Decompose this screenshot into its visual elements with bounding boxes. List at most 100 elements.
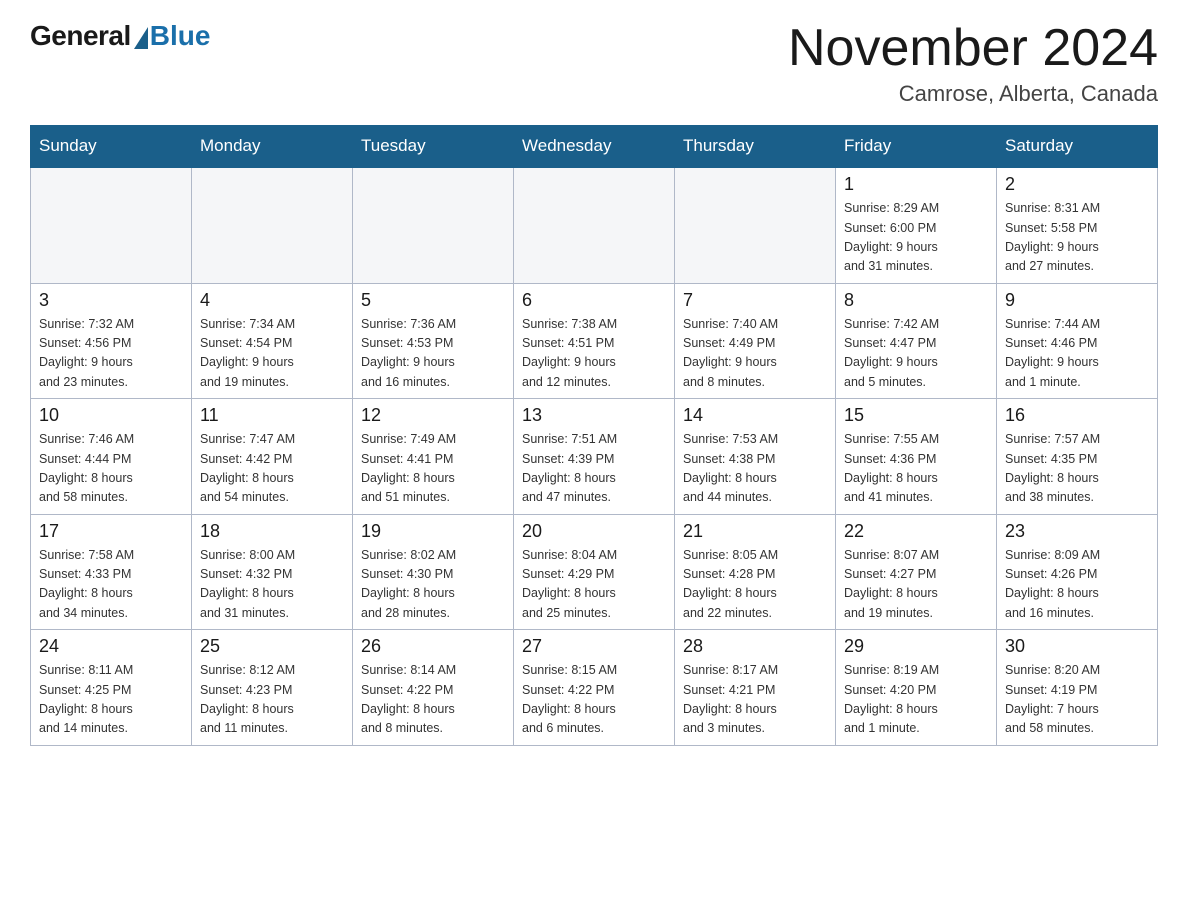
calendar-week-3: 10Sunrise: 7:46 AMSunset: 4:44 PMDayligh… xyxy=(31,399,1158,515)
day-number: 14 xyxy=(683,405,827,426)
calendar-day-cell: 21 Sunrise: 8:05 AMSunset: 4:28 PMDayligh… xyxy=(675,514,836,630)
calendar-header: SundayMondayTuesdayWednesdayThursdayFrid… xyxy=(31,126,1158,168)
day-info: Sunrise: 7:51 AMSunset: 4:39 PMDaylight:… xyxy=(522,430,666,508)
day-info: Sunrise: 8:09 AMSunset: 4:26 PMDaylight:… xyxy=(1005,546,1149,624)
calendar-day-cell: 24 Sunrise: 8:11 AMSunset: 4:25 PMDayligh… xyxy=(31,630,192,746)
day-number: 5 xyxy=(361,290,505,311)
day-info: Sunrise: 7:58 AMSunset: 4:33 PMDaylight:… xyxy=(39,546,183,624)
calendar-day-cell: 22 Sunrise: 8:07 AMSunset: 4:27 PMDayligh… xyxy=(836,514,997,630)
logo-blue-text: Blue xyxy=(150,20,211,52)
day-info: Sunrise: 7:42 AMSunset: 4:47 PMDaylight:… xyxy=(844,315,988,393)
calendar-day-cell: 14 Sunrise: 7:53 AMSunset: 4:38 PMDayligh… xyxy=(675,399,836,515)
weekday-header-wednesday: Wednesday xyxy=(514,126,675,168)
day-info: Sunrise: 7:47 AMSunset: 4:42 PMDaylight:… xyxy=(200,430,344,508)
day-number: 25 xyxy=(200,636,344,657)
day-number: 15 xyxy=(844,405,988,426)
calendar-day-cell xyxy=(192,167,353,283)
day-number: 22 xyxy=(844,521,988,542)
calendar-day-cell: 13 Sunrise: 7:51 AMSunset: 4:39 PMDayligh… xyxy=(514,399,675,515)
day-info: Sunrise: 7:38 AMSunset: 4:51 PMDaylight:… xyxy=(522,315,666,393)
calendar-day-cell: 11 Sunrise: 7:47 AMSunset: 4:42 PMDayligh… xyxy=(192,399,353,515)
day-number: 17 xyxy=(39,521,183,542)
weekday-header-sunday: Sunday xyxy=(31,126,192,168)
calendar-day-cell xyxy=(675,167,836,283)
logo: General Blue xyxy=(30,20,210,52)
day-info: Sunrise: 8:05 AMSunset: 4:28 PMDaylight:… xyxy=(683,546,827,624)
calendar-day-cell xyxy=(353,167,514,283)
weekday-header-saturday: Saturday xyxy=(997,126,1158,168)
day-number: 26 xyxy=(361,636,505,657)
calendar-day-cell: 29Sunrise: 8:19 AMSunset: 4:20 PMDayligh… xyxy=(836,630,997,746)
day-number: 21 xyxy=(683,521,827,542)
day-info: Sunrise: 7:34 AMSunset: 4:54 PMDaylight:… xyxy=(200,315,344,393)
calendar-day-cell: 10Sunrise: 7:46 AMSunset: 4:44 PMDayligh… xyxy=(31,399,192,515)
calendar-day-cell: 19Sunrise: 8:02 AMSunset: 4:30 PMDayligh… xyxy=(353,514,514,630)
day-number: 24 xyxy=(39,636,183,657)
calendar-day-cell: 2Sunrise: 8:31 AMSunset: 5:58 PMDaylight… xyxy=(997,167,1158,283)
calendar-week-4: 17 Sunrise: 7:58 AMSunset: 4:33 PMDayligh… xyxy=(31,514,1158,630)
calendar-day-cell: 15Sunrise: 7:55 AMSunset: 4:36 PMDayligh… xyxy=(836,399,997,515)
weekday-header-thursday: Thursday xyxy=(675,126,836,168)
day-info: Sunrise: 8:31 AMSunset: 5:58 PMDaylight:… xyxy=(1005,199,1149,277)
calendar-day-cell: 30Sunrise: 8:20 AMSunset: 4:19 PMDayligh… xyxy=(997,630,1158,746)
day-info: Sunrise: 8:14 AMSunset: 4:22 PMDaylight:… xyxy=(361,661,505,739)
day-number: 27 xyxy=(522,636,666,657)
day-number: 29 xyxy=(844,636,988,657)
calendar-day-cell: 1Sunrise: 8:29 AMSunset: 6:00 PMDaylight… xyxy=(836,167,997,283)
day-number: 10 xyxy=(39,405,183,426)
calendar-day-cell: 9Sunrise: 7:44 AMSunset: 4:46 PMDaylight… xyxy=(997,283,1158,399)
day-info: Sunrise: 8:29 AMSunset: 6:00 PMDaylight:… xyxy=(844,199,988,277)
day-info: Sunrise: 7:53 AMSunset: 4:38 PMDaylight:… xyxy=(683,430,827,508)
calendar-week-1: 1Sunrise: 8:29 AMSunset: 6:00 PMDaylight… xyxy=(31,167,1158,283)
day-info: Sunrise: 7:36 AMSunset: 4:53 PMDaylight:… xyxy=(361,315,505,393)
day-number: 6 xyxy=(522,290,666,311)
day-info: Sunrise: 8:07 AMSunset: 4:27 PMDaylight:… xyxy=(844,546,988,624)
day-number: 12 xyxy=(361,405,505,426)
header: General Blue November 2024 Camrose, Albe… xyxy=(30,20,1158,107)
location-title: Camrose, Alberta, Canada xyxy=(788,81,1158,107)
day-info: Sunrise: 8:00 AMSunset: 4:32 PMDaylight:… xyxy=(200,546,344,624)
day-number: 16 xyxy=(1005,405,1149,426)
day-info: Sunrise: 8:11 AMSunset: 4:25 PMDaylight:… xyxy=(39,661,183,739)
logo-triangle-icon xyxy=(134,27,148,49)
calendar-day-cell: 18 Sunrise: 8:00 AMSunset: 4:32 PMDayligh… xyxy=(192,514,353,630)
calendar-day-cell: 8 Sunrise: 7:42 AMSunset: 4:47 PMDaylight… xyxy=(836,283,997,399)
calendar-day-cell: 28 Sunrise: 8:17 AMSunset: 4:21 PMDayligh… xyxy=(675,630,836,746)
weekday-header-tuesday: Tuesday xyxy=(353,126,514,168)
calendar-day-cell: 23Sunrise: 8:09 AMSunset: 4:26 PMDayligh… xyxy=(997,514,1158,630)
logo-general-text: General xyxy=(30,20,131,52)
calendar-day-cell xyxy=(31,167,192,283)
calendar-day-cell: 26 Sunrise: 8:14 AMSunset: 4:22 PMDayligh… xyxy=(353,630,514,746)
day-info: Sunrise: 8:12 AMSunset: 4:23 PMDaylight:… xyxy=(200,661,344,739)
day-number: 11 xyxy=(200,405,344,426)
day-info: Sunrise: 7:57 AMSunset: 4:35 PMDaylight:… xyxy=(1005,430,1149,508)
day-info: Sunrise: 7:49 AMSunset: 4:41 PMDaylight:… xyxy=(361,430,505,508)
day-number: 4 xyxy=(200,290,344,311)
day-number: 13 xyxy=(522,405,666,426)
calendar-body: 1Sunrise: 8:29 AMSunset: 6:00 PMDaylight… xyxy=(31,167,1158,745)
day-info: Sunrise: 7:44 AMSunset: 4:46 PMDaylight:… xyxy=(1005,315,1149,393)
day-number: 19 xyxy=(361,521,505,542)
calendar-day-cell: 25 Sunrise: 8:12 AMSunset: 4:23 PMDayligh… xyxy=(192,630,353,746)
calendar-day-cell: 7Sunrise: 7:40 AMSunset: 4:49 PMDaylight… xyxy=(675,283,836,399)
weekday-header-monday: Monday xyxy=(192,126,353,168)
day-info: Sunrise: 8:17 AMSunset: 4:21 PMDaylight:… xyxy=(683,661,827,739)
calendar-day-cell: 4 Sunrise: 7:34 AMSunset: 4:54 PMDaylight… xyxy=(192,283,353,399)
day-number: 20 xyxy=(522,521,666,542)
weekday-header-row: SundayMondayTuesdayWednesdayThursdayFrid… xyxy=(31,126,1158,168)
calendar-day-cell: 20 Sunrise: 8:04 AMSunset: 4:29 PMDayligh… xyxy=(514,514,675,630)
title-area: November 2024 Camrose, Alberta, Canada xyxy=(788,20,1158,107)
calendar-day-cell: 16 Sunrise: 7:57 AMSunset: 4:35 PMDayligh… xyxy=(997,399,1158,515)
day-number: 3 xyxy=(39,290,183,311)
day-number: 8 xyxy=(844,290,988,311)
calendar-day-cell: 27Sunrise: 8:15 AMSunset: 4:22 PMDayligh… xyxy=(514,630,675,746)
calendar-week-5: 24 Sunrise: 8:11 AMSunset: 4:25 PMDayligh… xyxy=(31,630,1158,746)
calendar-day-cell: 6 Sunrise: 7:38 AMSunset: 4:51 PMDaylight… xyxy=(514,283,675,399)
calendar-day-cell: 5 Sunrise: 7:36 AMSunset: 4:53 PMDaylight… xyxy=(353,283,514,399)
day-info: Sunrise: 8:04 AMSunset: 4:29 PMDaylight:… xyxy=(522,546,666,624)
month-title: November 2024 xyxy=(788,20,1158,77)
day-number: 18 xyxy=(200,521,344,542)
day-number: 28 xyxy=(683,636,827,657)
calendar-table: SundayMondayTuesdayWednesdayThursdayFrid… xyxy=(30,125,1158,746)
calendar-day-cell: 17 Sunrise: 7:58 AMSunset: 4:33 PMDayligh… xyxy=(31,514,192,630)
